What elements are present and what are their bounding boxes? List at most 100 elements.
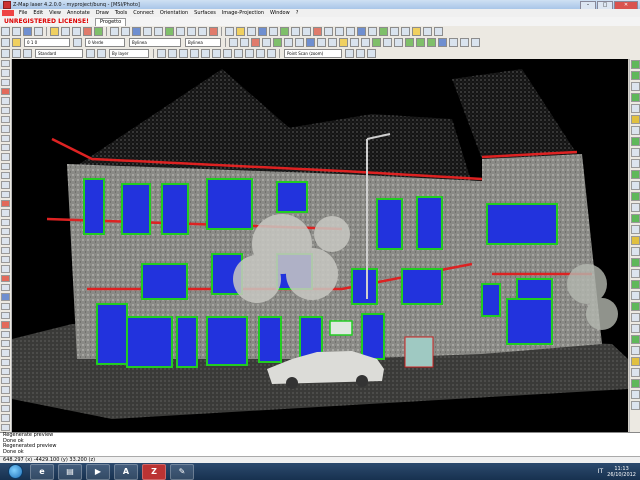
start-button[interactable] — [8, 464, 23, 479]
line-tool-icon[interactable] — [1, 60, 10, 68]
text-icon[interactable] — [284, 38, 293, 47]
osnap-ext-icon[interactable] — [631, 104, 640, 113]
scale-tool-icon[interactable] — [1, 311, 10, 320]
mirror-icon[interactable] — [361, 38, 370, 47]
osnap-near-icon[interactable] — [631, 192, 640, 201]
fillet-icon[interactable] — [405, 38, 414, 47]
osnap-edge-icon[interactable] — [631, 302, 640, 311]
undo-icon[interactable] — [83, 27, 92, 36]
point-cloud-viewport[interactable] — [12, 59, 628, 432]
break-tool-icon[interactable] — [1, 349, 10, 357]
osnap-cloud-icon[interactable] — [631, 280, 640, 289]
trim-tool-icon[interactable] — [1, 330, 10, 338]
menu-tools[interactable]: Tools — [112, 10, 130, 16]
osnap-end-icon[interactable] — [631, 60, 640, 69]
menu-edit[interactable]: Edit — [30, 10, 46, 16]
table-style-icon[interactable] — [86, 49, 95, 58]
osnap-quad-icon[interactable] — [631, 126, 640, 135]
osnap-center-icon[interactable] — [631, 115, 640, 124]
filter-icon[interactable] — [335, 27, 344, 36]
taskbar-paint-icon[interactable]: ✎ — [170, 463, 194, 480]
point-cloud-render[interactable] — [12, 59, 628, 432]
move-icon[interactable] — [328, 38, 337, 47]
cut-icon[interactable] — [50, 27, 59, 36]
arc-icon[interactable] — [251, 38, 260, 47]
move-tool-icon[interactable] — [1, 293, 10, 301]
menu-surfaces[interactable]: Surfaces — [191, 10, 219, 16]
ucs-face-icon[interactable] — [201, 49, 210, 58]
erase-icon[interactable] — [1, 246, 10, 254]
save-icon[interactable] — [23, 27, 32, 36]
rectangle-tool-icon[interactable] — [1, 106, 10, 114]
osnap-plane-icon[interactable] — [631, 291, 640, 300]
table-icon[interactable] — [1, 227, 10, 236]
texture-icon[interactable] — [379, 27, 388, 36]
linetype-combo[interactable]: Bylinea — [129, 38, 181, 47]
trim-icon[interactable] — [383, 38, 392, 47]
layer-icon[interactable] — [225, 27, 234, 36]
scale-icon[interactable] — [350, 38, 359, 47]
offset-tool-icon[interactable] — [1, 274, 10, 282]
insert-block-icon[interactable] — [1, 171, 10, 180]
ucs-x-icon[interactable] — [256, 49, 265, 58]
id-icon[interactable] — [1, 423, 10, 432]
osnap-ortho-icon[interactable] — [631, 357, 640, 366]
arc-tool-icon[interactable] — [1, 115, 10, 124]
point-cloud-icon[interactable] — [258, 27, 267, 36]
osnap-filter-icon[interactable] — [631, 269, 640, 278]
hatch-tool-icon[interactable] — [1, 199, 10, 208]
ellipse-icon[interactable] — [1, 153, 10, 161]
osnap-from-icon[interactable] — [631, 236, 640, 245]
osnap-lwt-icon[interactable] — [631, 390, 640, 399]
explode-tool-icon[interactable] — [1, 386, 10, 394]
break-icon[interactable] — [460, 38, 469, 47]
menu-view[interactable]: View — [46, 10, 64, 16]
region-icon[interactable] — [1, 218, 10, 226]
paste-icon[interactable] — [72, 27, 81, 36]
delete-icon[interactable] — [313, 27, 322, 36]
text-style-combo[interactable]: Standard — [35, 49, 83, 58]
select-icon[interactable] — [324, 27, 333, 36]
zoom-window-icon[interactable] — [132, 27, 141, 36]
grid-icon[interactable] — [346, 27, 355, 36]
view-top-icon[interactable] — [176, 27, 185, 36]
extend-tool-icon[interactable] — [1, 339, 10, 348]
osnap-vertex-icon[interactable] — [631, 324, 640, 333]
line-icon[interactable] — [229, 38, 238, 47]
section-icon[interactable] — [291, 27, 300, 36]
ray-icon[interactable] — [1, 78, 10, 86]
circle-icon[interactable] — [262, 38, 271, 47]
view-iso-icon[interactable] — [209, 27, 218, 36]
spline-icon[interactable] — [1, 143, 10, 152]
menu-orientation[interactable]: Orientation — [157, 10, 191, 16]
layer-state-icon[interactable] — [12, 38, 21, 47]
osnap-track-icon[interactable] — [631, 247, 640, 256]
ucs-view-icon[interactable] — [212, 49, 221, 58]
polygon-icon[interactable] — [1, 97, 10, 105]
highlight-icon[interactable] — [412, 27, 421, 36]
osnap-face-icon[interactable] — [631, 313, 640, 322]
hatch-icon[interactable] — [306, 38, 315, 47]
info-icon[interactable] — [423, 27, 432, 36]
open-icon[interactable] — [12, 27, 21, 36]
osnap-normal-icon[interactable] — [631, 335, 640, 344]
menu-annotate[interactable]: Annotate — [64, 10, 93, 16]
properties-icon[interactable] — [1, 395, 10, 404]
settings-icon[interactable] — [390, 27, 399, 36]
osnap-tan-icon[interactable] — [631, 137, 640, 146]
command-line[interactable]: Regenerate preview Done ok Regenerated p… — [0, 432, 640, 457]
osnap-node-icon[interactable] — [631, 170, 640, 179]
join-tool-icon[interactable] — [1, 358, 10, 366]
polyline-tool-icon[interactable] — [1, 87, 10, 96]
ucs-zaxis-icon[interactable] — [234, 49, 243, 58]
cloud-icon[interactable] — [1, 134, 10, 142]
layer-prev-icon[interactable] — [73, 38, 82, 47]
list-icon[interactable] — [1, 414, 10, 422]
ucs-icon[interactable] — [157, 49, 166, 58]
lineweight-combo[interactable]: Bylinea — [185, 38, 221, 47]
light-icon[interactable] — [236, 27, 245, 36]
array-tool-icon[interactable] — [1, 283, 10, 292]
rotate-icon[interactable] — [339, 38, 348, 47]
gradient-icon[interactable] — [1, 209, 10, 217]
zoom-out-icon[interactable] — [121, 27, 130, 36]
